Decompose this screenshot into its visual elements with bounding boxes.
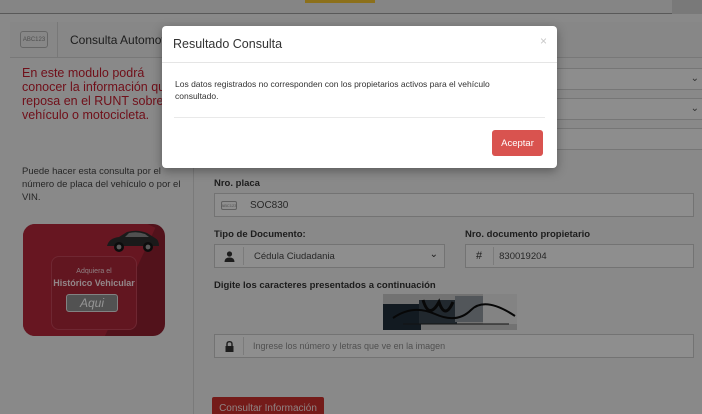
modal-title: Resultado Consulta [173,37,283,51]
aceptar-button[interactable]: Aceptar [492,130,543,156]
resultado-modal: Resultado Consulta × Los datos registrad… [162,26,557,168]
close-icon[interactable]: × [540,34,547,48]
modal-footer-divider [174,117,545,118]
modal-header-divider [162,62,557,63]
modal-message: Los datos registrados no corresponden co… [175,79,490,101]
